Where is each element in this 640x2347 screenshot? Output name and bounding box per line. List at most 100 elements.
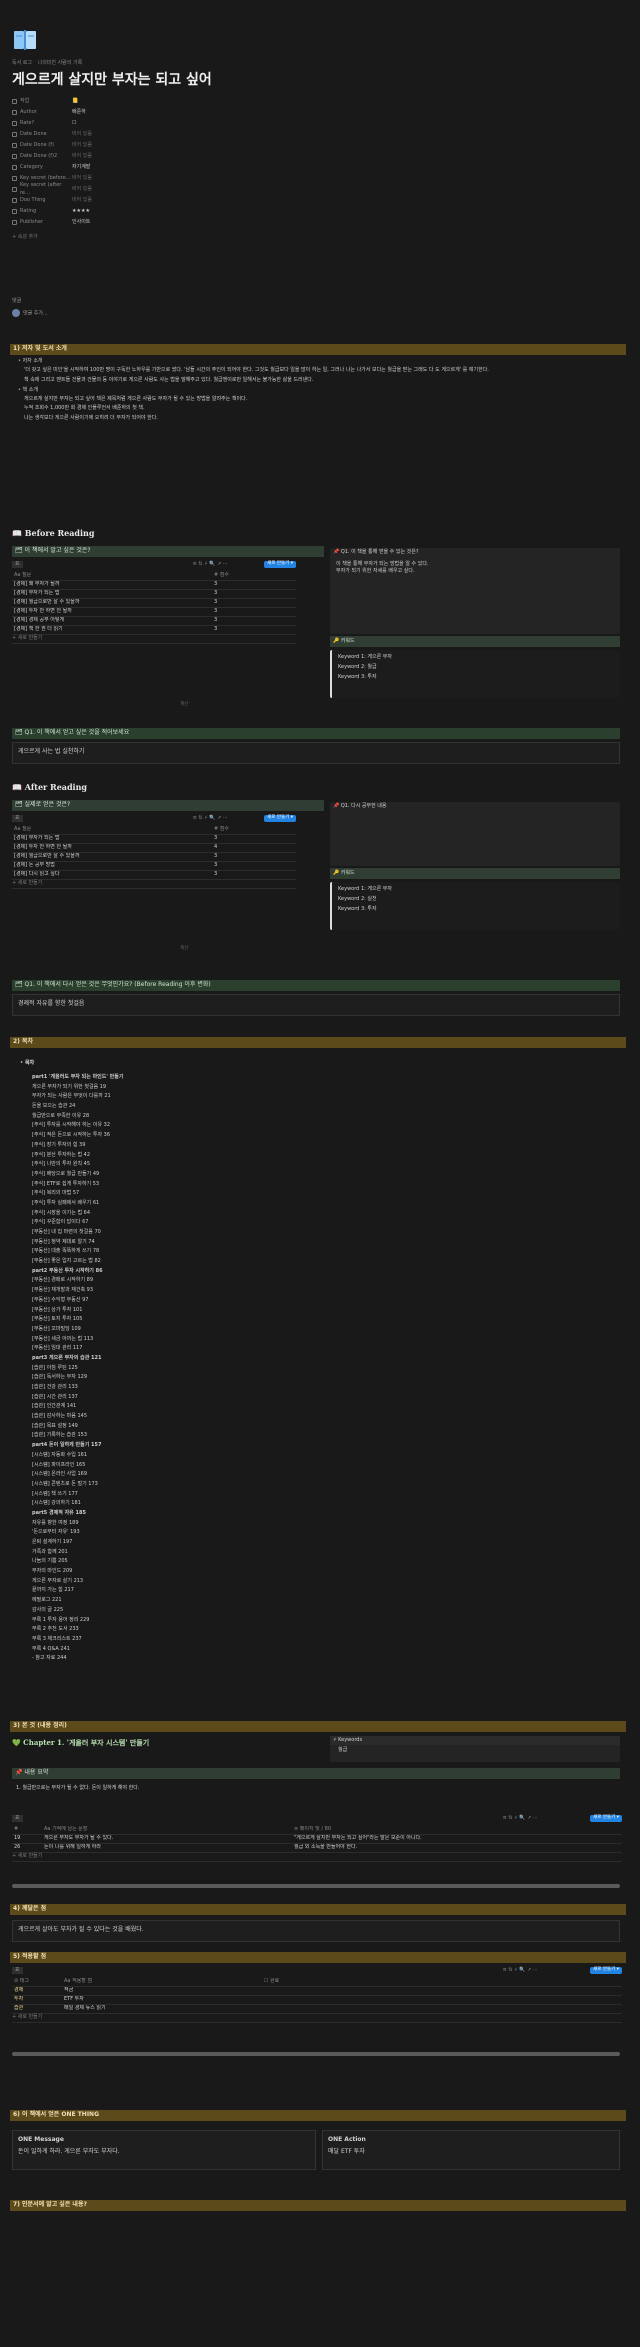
breadcrumb-item[interactable]: 독서 로그 (12, 60, 32, 66)
table-cell[interactable]: [경제] 책 한 권 더 읽기 (12, 626, 212, 633)
before-question-value[interactable]: 게으르게 사는 법 실천하기 (18, 748, 84, 755)
filter-icon[interactable]: ≡ ⇅ ⚡ 🔍 ↗ ⋯ (193, 561, 228, 568)
table-cell[interactable]: 19 (12, 1835, 42, 1842)
property-row[interactable]: Publisher 인사이트 (12, 217, 252, 228)
table-cell[interactable]: 적금 (62, 1987, 262, 1994)
table-cell[interactable]: [경제] 월급으로만 살 수 있을까 (12, 853, 212, 860)
new-row-button[interactable]: + 새로 만들기 (12, 635, 296, 644)
new-button[interactable]: 새로 만들기 ▾ (590, 1967, 622, 1974)
horizontal-scrollbar[interactable] (12, 1884, 620, 1888)
table-cell[interactable]: 3 (212, 581, 292, 588)
property-value[interactable]: 비어 있음 (72, 186, 92, 193)
table-cell[interactable]: 경제 (12, 1987, 62, 1994)
horizontal-scrollbar[interactable] (12, 2052, 620, 2056)
property-row[interactable]: Category 자기계발 (12, 162, 252, 173)
page-title[interactable]: 게으르게 살지만 부자는 되고 싶어 (12, 70, 212, 90)
property-row[interactable]: Rating ★★★★ (12, 206, 252, 217)
column-header[interactable]: Aa 기억에 남는 문장 (42, 1826, 292, 1833)
table-row[interactable]: 투자 ETF 투자 (12, 1996, 622, 2005)
filter-icon[interactable]: ≡ ⇅ ⚡ 🔍 ↗ ⋯ (503, 1967, 538, 1974)
table-row[interactable]: [경제] 책 한 권 더 읽기 3 (12, 626, 296, 635)
property-value[interactable]: 비어 있음 (72, 142, 92, 149)
table-cell[interactable]: [경제] 투자 안 하면 안 될까 (12, 608, 212, 615)
property-value[interactable]: 비어 있음 (72, 153, 92, 160)
table-cell[interactable]: 3 (212, 599, 292, 606)
table-row[interactable]: [경제] 투자 안 하면 안 될까 4 (12, 844, 296, 853)
property-value[interactable]: 📒 (72, 98, 78, 105)
table-cell[interactable]: 26 (12, 1844, 42, 1851)
new-button[interactable]: 새로 만들기 ▾ (590, 1815, 622, 1822)
new-row-button[interactable]: + 새로 만들기 (12, 1853, 622, 1862)
view-tab[interactable]: 표 (12, 560, 23, 569)
one-action-value[interactable]: 매달 ETF 투자 (328, 2148, 614, 2157)
new-button[interactable]: 새로 만들기 ▾ (264, 561, 296, 568)
column-header[interactable]: # (12, 1826, 42, 1833)
table-cell[interactable]: [경제] 월급으로만 살 수 있을까 (12, 599, 212, 606)
new-row-button[interactable]: + 새로 만들기 (12, 880, 296, 889)
property-row[interactable]: Author 배준하 (12, 107, 252, 118)
table-row[interactable]: [경제] 월급으로만 살 수 있을까 3 (12, 853, 296, 862)
table-row[interactable]: 19 게으른 부자도 부자가 될 수 있다. "게으르게 살지만 부자는 되고 싶어… (12, 1835, 622, 1844)
column-header[interactable]: Aa 질문 (12, 826, 212, 833)
column-header[interactable]: Aa 적용할 점 (62, 1978, 262, 1985)
table-row[interactable]: 26 돈이 나를 위해 일하게 하라 월급 외 소득을 만들어야 한다. (12, 1844, 622, 1853)
table-row[interactable]: [경제] 부자가 되는 법3 (12, 590, 296, 599)
table-cell[interactable]: 3 (212, 871, 292, 878)
column-header[interactable]: ≡ 페이지 및 / 80 (292, 1826, 622, 1833)
property-row[interactable]: Date Done (f) 비어 있음 (12, 140, 252, 151)
add-property-button[interactable]: + 속성 추가 (12, 232, 38, 243)
table-cell[interactable]: 게으른 부자도 부자가 될 수 있다. (42, 1835, 292, 1842)
table-row[interactable]: [경제] 투자 안 하면 안 될까 3 (12, 608, 296, 617)
column-header[interactable]: ☐ 완료 (262, 1978, 362, 1985)
new-row-button[interactable]: + 새로 만들기 (12, 2014, 622, 2023)
table-cell[interactable]: 투자 (12, 1996, 62, 2003)
breadcrumb[interactable]: 독서 로그 나의미친 사람의 기록 (12, 60, 86, 67)
table-cell[interactable]: 3 (212, 617, 292, 624)
property-value[interactable]: ☐ (72, 120, 76, 127)
table-cell[interactable]: [경제] 투자 안 하면 안 될까 (12, 844, 212, 851)
property-row[interactable]: Key secret (after re… 비어 있음 (12, 182, 252, 196)
table-cell[interactable]: [경제] 돈 공부 방법 (12, 862, 212, 869)
property-value[interactable]: 인사이트 (72, 219, 90, 226)
table-row[interactable]: [경제] 경제 공부 어떻게 3 (12, 617, 296, 626)
table-cell[interactable]: 매일 경제 뉴스 읽기 (62, 2005, 262, 2012)
column-header[interactable]: # 점수 (212, 826, 292, 833)
property-row[interactable]: Date Done (f)2 비어 있음 (12, 151, 252, 162)
table-cell[interactable]: 월급 외 소득을 만들어야 한다. (292, 1844, 622, 1851)
table-row[interactable]: [경제] 부자가 되는 법3 (12, 835, 296, 844)
one-message-value[interactable]: 돈이 일하게 하라. 게으른 부자도 부자다. (18, 2148, 310, 2157)
table-cell[interactable]: [경제] 왜 부자가 될까 (12, 581, 212, 588)
table-cell[interactable]: 돈이 나를 위해 일하게 하라 (42, 1844, 292, 1851)
property-value[interactable]: 배준하 (72, 109, 86, 116)
view-tab[interactable]: 표 (12, 1966, 23, 1975)
property-value[interactable]: 비어 있음 (72, 131, 92, 138)
lesson-text[interactable]: 게으르게 살아도 부자가 될 수 있다는 것을 배웠다. (18, 1926, 144, 1933)
table-cell[interactable]: 3 (212, 835, 292, 842)
column-header[interactable]: ⊘ 태그 (12, 1978, 62, 1985)
table-cell[interactable]: 3 (212, 862, 292, 869)
view-tab[interactable]: 표 (12, 814, 23, 823)
after-question-value[interactable]: 경제적 자유를 향한 첫걸음 (18, 1000, 84, 1007)
property-row[interactable]: Doo Thing 비어 있음 (12, 195, 252, 206)
table-cell[interactable]: 3 (212, 590, 292, 597)
table-cell[interactable]: [경제] 부자가 되는 법 (12, 835, 212, 842)
new-button[interactable]: 새로 만들기 ▾ (264, 815, 296, 822)
table-cell[interactable]: 3 (212, 608, 292, 615)
table-cell[interactable]: [경제] 부자가 되는 법 (12, 590, 212, 597)
table-row[interactable]: 경제 적금 (12, 1987, 622, 1996)
table-cell[interactable]: 3 (212, 853, 292, 860)
property-value[interactable]: 비어 있음 (72, 175, 92, 182)
breadcrumb-item[interactable]: 나의미친 사람의 기록 (38, 60, 83, 66)
property-value[interactable]: ★★★★ (72, 208, 90, 215)
table-row[interactable]: [경제] 다시 읽고 싶다 3 (12, 871, 296, 880)
table-cell[interactable]: 습관 (12, 2005, 62, 2012)
table-row[interactable]: 습관 매일 경제 뉴스 읽기 (12, 2005, 622, 2014)
table-cell[interactable]: [경제] 경제 공부 어떻게 (12, 617, 212, 624)
property-row[interactable]: 작업 📒 (12, 96, 252, 107)
table-cell[interactable]: [경제] 다시 읽고 싶다 (12, 871, 212, 878)
column-header[interactable]: # 점수 (212, 572, 292, 579)
property-row[interactable]: Rate? ☐ (12, 118, 252, 129)
table-cell[interactable]: 4 (212, 844, 292, 851)
property-value[interactable]: 비어 있음 (72, 197, 92, 204)
comment-input[interactable]: 댓글 추가... (23, 311, 48, 317)
